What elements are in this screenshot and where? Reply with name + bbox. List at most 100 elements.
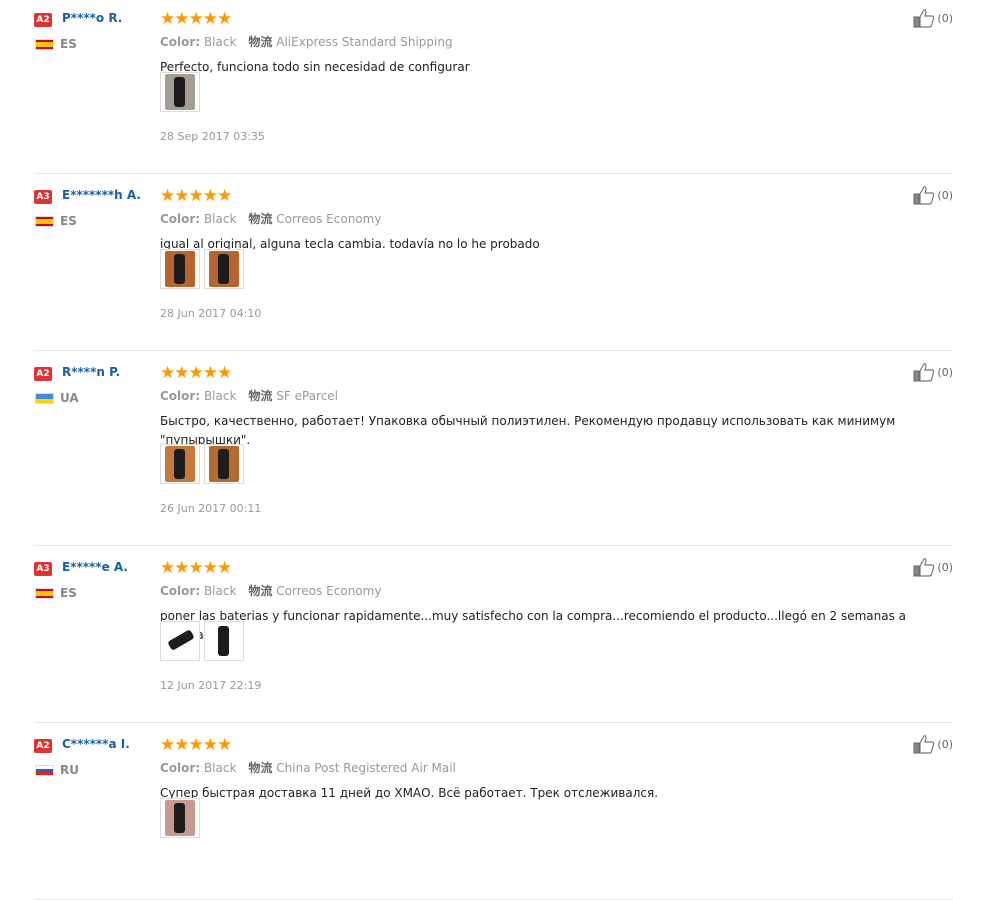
review-photo[interactable] bbox=[160, 798, 200, 838]
color-value: Black bbox=[203, 389, 237, 403]
rating-stars: ★★★★★ bbox=[160, 735, 232, 755]
thumbs-up-icon bbox=[913, 558, 935, 577]
review-date: 28 Sep 2017 03:35 bbox=[160, 130, 265, 143]
order-info: Color: Black 物流 Correos Economy bbox=[160, 582, 381, 599]
color-value: Black bbox=[203, 584, 237, 598]
remote-photo bbox=[165, 74, 195, 110]
reviewer-country: ES bbox=[60, 214, 77, 228]
helpful-button[interactable]: (0) bbox=[913, 8, 953, 28]
shipping-label: 物流 bbox=[248, 761, 273, 775]
review-photos bbox=[160, 72, 200, 112]
thumbs-up-icon bbox=[913, 9, 935, 28]
review-item: A3 E*****e A. ES ★★★★★ Color: Black 物流 Correo… bbox=[34, 558, 953, 723]
remote-photo bbox=[209, 623, 239, 659]
reviewer-country: ES bbox=[60, 37, 77, 51]
shipping-method: AliExpress Standard Shipping bbox=[276, 35, 453, 49]
color-value: Black bbox=[203, 212, 237, 226]
buyer-level-badge: A3 bbox=[34, 190, 52, 204]
review-text: Супер быстрая доставка 11 дней до ХМАО. … bbox=[160, 786, 659, 800]
country-flag-icon bbox=[35, 39, 54, 50]
thumbs-up-icon bbox=[913, 363, 935, 382]
helpful-count: (0) bbox=[937, 737, 953, 751]
remote-photo bbox=[165, 623, 195, 659]
thumbs-up-icon bbox=[913, 186, 935, 205]
helpful-button[interactable]: (0) bbox=[913, 362, 953, 382]
review-photo[interactable] bbox=[160, 249, 200, 289]
reviewer-country: ES bbox=[60, 586, 77, 600]
review-photos bbox=[160, 444, 244, 484]
rating-stars: ★★★★★ bbox=[160, 9, 232, 29]
order-info: Color: Black 物流 SF eParcel bbox=[160, 387, 338, 404]
reviewer-name[interactable]: P****o R. bbox=[62, 11, 122, 25]
remote-photo bbox=[165, 251, 195, 287]
helpful-count: (0) bbox=[937, 365, 953, 379]
review-photos bbox=[160, 621, 244, 661]
order-info: Color: Black 物流 China Post Registered Air… bbox=[160, 759, 456, 776]
country-flag-icon bbox=[35, 393, 54, 404]
review-text: igual al original, alguna tecla cambia. … bbox=[160, 237, 540, 251]
reviewer-country: RU bbox=[60, 763, 79, 777]
review-item: A2 P****o R. ES ★★★★★ Color: Black 物流 AliExpr… bbox=[34, 9, 953, 174]
reviewer-country: UA bbox=[60, 391, 79, 405]
helpful-count: (0) bbox=[937, 11, 953, 25]
shipping-method: SF eParcel bbox=[276, 389, 339, 403]
review-text: Perfecto, funciona todo sin necesidad de… bbox=[160, 60, 470, 74]
helpful-button[interactable]: (0) bbox=[913, 734, 953, 754]
review-item: A3 E*******h A. ES ★★★★★ Color: Black 物流 Corr… bbox=[34, 186, 953, 351]
shipping-label: 物流 bbox=[248, 584, 273, 598]
color-value: Black bbox=[203, 35, 237, 49]
review-photo[interactable] bbox=[160, 72, 200, 112]
review-date: 28 Jun 2017 04:10 bbox=[160, 307, 262, 320]
color-label: Color: bbox=[160, 35, 201, 49]
color-label: Color: bbox=[160, 584, 201, 598]
order-info: Color: Black 物流 Correos Economy bbox=[160, 210, 381, 227]
buyer-level-badge: A3 bbox=[34, 562, 52, 576]
thumbs-up-icon bbox=[913, 735, 935, 754]
remote-photo bbox=[209, 251, 239, 287]
shipping-method: Correos Economy bbox=[276, 584, 382, 598]
shipping-label: 物流 bbox=[248, 212, 273, 226]
color-value: Black bbox=[203, 761, 237, 775]
reviewer-name[interactable]: E*******h A. bbox=[62, 188, 141, 202]
review-date: 12 Jun 2017 22:19 bbox=[160, 679, 262, 692]
buyer-level-badge: A2 bbox=[34, 739, 52, 753]
color-label: Color: bbox=[160, 761, 201, 775]
buyer-level-badge: A2 bbox=[34, 13, 52, 27]
rating-stars: ★★★★★ bbox=[160, 558, 232, 578]
helpful-count: (0) bbox=[937, 560, 953, 574]
shipping-label: 物流 bbox=[248, 35, 273, 49]
color-label: Color: bbox=[160, 389, 201, 403]
review-text: poner las baterias y funcionar rapidamen… bbox=[160, 609, 907, 642]
country-flag-icon bbox=[35, 216, 54, 227]
helpful-button[interactable]: (0) bbox=[913, 185, 953, 205]
shipping-method: Correos Economy bbox=[276, 212, 382, 226]
review-item: A2 R****n P. UA ★★★★★ Color: Black 物流 SF ePar… bbox=[34, 363, 953, 546]
buyer-level-badge: A2 bbox=[34, 367, 52, 381]
shipping-method: China Post Registered Air Mail bbox=[276, 761, 456, 775]
review-photos bbox=[160, 249, 244, 289]
helpful-button[interactable]: (0) bbox=[913, 557, 953, 577]
color-label: Color: bbox=[160, 212, 201, 226]
country-flag-icon bbox=[35, 588, 54, 599]
review-item: A2 C******a I. RU ★★★★★ Color: Black 物流 China… bbox=[34, 735, 953, 900]
order-info: Color: Black 物流 AliExpress Standard Shipp… bbox=[160, 33, 453, 50]
remote-photo bbox=[165, 446, 195, 482]
helpful-count: (0) bbox=[937, 188, 953, 202]
review-photo[interactable] bbox=[204, 249, 244, 289]
review-text: Быстро, качественно, работает! Упаковка … bbox=[160, 414, 896, 447]
review-photo[interactable] bbox=[204, 621, 244, 661]
review-photos bbox=[160, 798, 200, 838]
rating-stars: ★★★★★ bbox=[160, 363, 232, 383]
rating-stars: ★★★★★ bbox=[160, 186, 232, 206]
reviewer-name[interactable]: R****n P. bbox=[62, 365, 120, 379]
reviewer-name[interactable]: E*****e A. bbox=[62, 560, 128, 574]
review-photo[interactable] bbox=[160, 621, 200, 661]
country-flag-icon bbox=[35, 765, 54, 776]
reviewer-name[interactable]: C******a I. bbox=[62, 737, 130, 751]
review-date: 26 Jun 2017 00:11 bbox=[160, 502, 262, 515]
review-photo[interactable] bbox=[160, 444, 200, 484]
remote-photo bbox=[209, 446, 239, 482]
remote-photo bbox=[165, 800, 195, 836]
review-photo[interactable] bbox=[204, 444, 244, 484]
shipping-label: 物流 bbox=[248, 389, 273, 403]
